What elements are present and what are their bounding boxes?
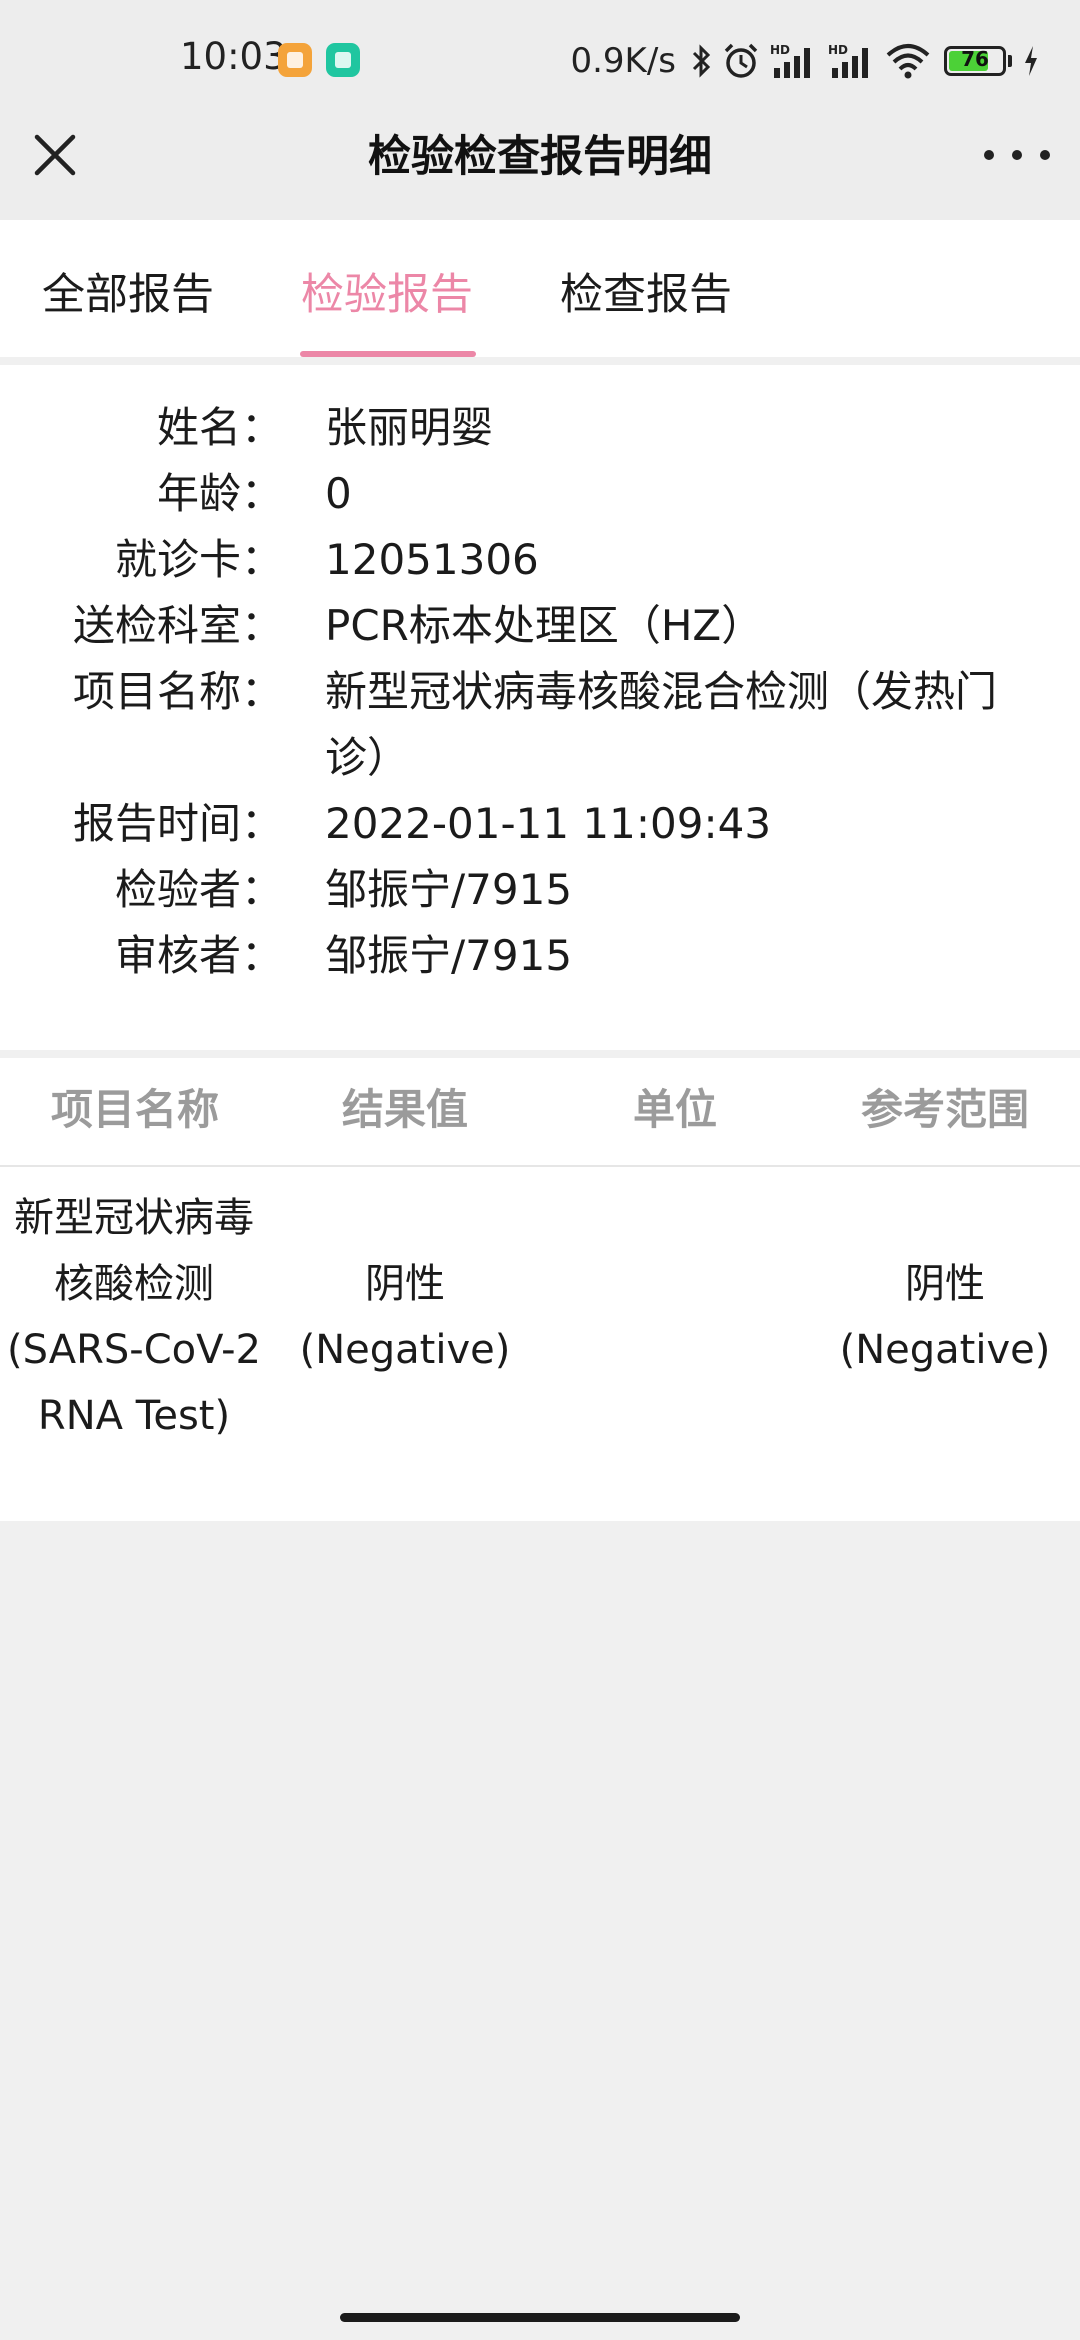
column-header-item: 项目名称 bbox=[50, 1085, 219, 1134]
table-header: 项目名称 结果值 单位 参考范围 bbox=[0, 1058, 1080, 1167]
svg-text:HD: HD bbox=[770, 43, 790, 57]
active-tab-indicator bbox=[300, 351, 476, 357]
report-tabs: 全部报告 检验报告 检查报告 bbox=[0, 220, 1080, 357]
tester: 邹振宁/7915 bbox=[325, 865, 573, 914]
hd-signal-icon: HD bbox=[828, 43, 868, 78]
info-label: 姓名： bbox=[156, 403, 283, 452]
notes-app-icon bbox=[278, 43, 312, 77]
page-title: 检验检查报告明细 bbox=[368, 132, 712, 182]
test-item-name: 新型冠状病毒核酸混合检测（发热门诊） bbox=[325, 667, 998, 782]
more-button[interactable] bbox=[984, 135, 1050, 175]
title-bar: 检验检查报告明细 bbox=[0, 125, 1080, 220]
battery-icon: 76 bbox=[944, 46, 1006, 76]
column-header-reference: 参考范围 bbox=[860, 1085, 1029, 1134]
tab-all-reports[interactable]: 全部报告 bbox=[42, 260, 214, 322]
wifi-icon bbox=[886, 44, 930, 79]
charging-icon bbox=[1025, 46, 1037, 76]
visit-card-number: 12051306 bbox=[325, 535, 539, 584]
report-time: 2022-01-11 11:09:43 bbox=[325, 799, 772, 848]
alarm-icon bbox=[724, 43, 758, 78]
info-label: 就诊卡： bbox=[114, 535, 283, 584]
info-label: 报告时间： bbox=[72, 799, 283, 848]
home-indicator[interactable] bbox=[340, 2313, 740, 2322]
tab-exam-reports[interactable]: 检查报告 bbox=[560, 260, 732, 322]
patient-name: 张丽明婴 bbox=[325, 403, 494, 452]
result-value: 阴性(Negative) bbox=[299, 1261, 511, 1373]
hd-signal-icon: HD bbox=[770, 43, 810, 78]
patient-info-card: 姓名： 张丽明婴 年龄： 0 就诊卡： 12051306 送检科室： PCR标本… bbox=[0, 365, 1080, 1050]
more-icon bbox=[984, 150, 994, 160]
department: PCR标本处理区（HZ） bbox=[325, 601, 764, 650]
info-label: 项目名称： bbox=[72, 667, 283, 716]
status-indicators: 0.9K/s HD HD 76 bbox=[570, 32, 1040, 90]
column-header-unit: 单位 bbox=[632, 1085, 717, 1134]
tab-lab-reports[interactable]: 检验报告 bbox=[301, 260, 473, 322]
battery-percent: 76 bbox=[961, 47, 989, 71]
svg-text:HD: HD bbox=[828, 43, 848, 57]
info-label: 送检科室： bbox=[72, 601, 283, 650]
status-bar: 10:03 0.9K/s HD HD 76 bbox=[0, 0, 1080, 125]
bluetooth-icon bbox=[692, 44, 711, 78]
info-label: 审核者： bbox=[114, 931, 283, 980]
reviewer: 邹振宁/7915 bbox=[325, 931, 573, 980]
info-label: 年龄： bbox=[156, 469, 283, 518]
result-item-name: 新型冠状病毒核酸检测(SARS-CoV-2 RNA Test) bbox=[6, 1195, 262, 1439]
patient-age: 0 bbox=[325, 469, 352, 518]
result-table: 项目名称 结果值 单位 参考范围 新型冠状病毒核酸检测(SARS-CoV-2 R… bbox=[0, 1058, 1080, 1521]
column-header-value: 结果值 bbox=[341, 1085, 468, 1134]
result-reference-range: 阴性(Negative) bbox=[839, 1261, 1051, 1373]
mi-home-app-icon bbox=[326, 43, 360, 77]
status-time: 10:03 bbox=[180, 35, 287, 78]
table-row: 新型冠状病毒核酸检测(SARS-CoV-2 RNA Test) 阴性(Negat… bbox=[0, 1185, 1080, 1465]
network-speed: 0.9K/s bbox=[570, 41, 676, 81]
info-label: 检验者： bbox=[114, 865, 283, 914]
